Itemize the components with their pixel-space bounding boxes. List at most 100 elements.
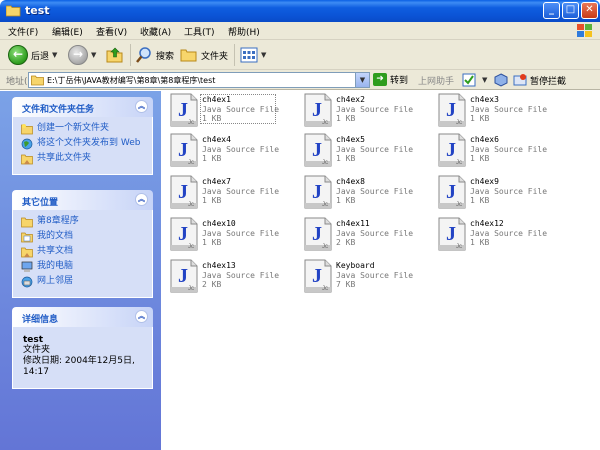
file-item[interactable]: J Jc ch4ex4 Java Source File 1 KB bbox=[165, 133, 295, 167]
task-new-folder[interactable]: 创建一个新文件夹 bbox=[21, 123, 144, 135]
chevron-down-icon[interactable]: ▼ bbox=[482, 76, 487, 84]
file-name: ch4ex9 bbox=[470, 177, 499, 186]
file-name: ch4ex4 bbox=[202, 135, 231, 144]
panel-header[interactable]: 其它位置 ︽ bbox=[12, 190, 153, 210]
menu-file[interactable]: 文件(F) bbox=[8, 25, 38, 38]
java-file-icon: JJc bbox=[304, 259, 332, 293]
menu-favorites[interactable]: 收藏(A) bbox=[140, 25, 171, 38]
file-name: ch4ex11 bbox=[336, 219, 370, 228]
svg-text:Jc: Jc bbox=[322, 286, 328, 292]
svg-text:Jc: Jc bbox=[322, 160, 328, 166]
file-size: 1 KB bbox=[470, 196, 490, 205]
file-type: Java Source File bbox=[202, 229, 280, 238]
title-bar[interactable]: test _ □ ✕ bbox=[0, 0, 600, 22]
file-size: 2 KB bbox=[336, 238, 356, 247]
file-list[interactable]: J Jc ch4ex1 Java Source File 1 KB J Jc ch4ex2 Ja… bbox=[161, 91, 600, 450]
folders-button[interactable]: 文件夹 bbox=[180, 44, 228, 66]
file-type: Java Source File bbox=[336, 229, 414, 238]
file-type: Java Source File bbox=[470, 145, 548, 154]
chevron-down-icon[interactable]: ▼ bbox=[261, 51, 266, 59]
minimize-button[interactable]: _ bbox=[543, 2, 560, 19]
cube-icon[interactable] bbox=[494, 73, 508, 87]
my-documents-icon bbox=[21, 232, 33, 243]
place-network[interactable]: 网上邻居 bbox=[21, 276, 144, 288]
chevron-down-icon[interactable]: ▼ bbox=[52, 51, 57, 59]
collapse-icon[interactable]: ︽ bbox=[135, 100, 148, 113]
place-shared-documents[interactable]: 共享文档 bbox=[21, 246, 144, 258]
popup-blocker-icon[interactable] bbox=[513, 73, 527, 87]
task-share-folder[interactable]: 共享此文件夹 bbox=[21, 153, 144, 165]
address-input[interactable]: E:\丁岳伟\JAVA教材编写\第8章\第8章程序\test ▼ bbox=[28, 72, 370, 88]
file-size: 1 KB bbox=[470, 154, 490, 163]
close-button[interactable]: ✕ bbox=[581, 2, 598, 19]
file-name: Keyboard bbox=[336, 261, 375, 270]
file-item[interactable]: J Jc ch4ex11 Java Source File 2 KB bbox=[299, 217, 429, 251]
file-item[interactable]: J Jc ch4ex8 Java Source File 1 KB bbox=[299, 175, 429, 209]
maximize-button[interactable]: □ bbox=[562, 2, 579, 19]
forward-button[interactable]: → ▼ bbox=[68, 44, 96, 66]
file-name: ch4ex6 bbox=[470, 135, 499, 144]
file-item[interactable]: J Jc ch4ex6 Java Source File 1 KB bbox=[433, 133, 563, 167]
place-parent-folder[interactable]: 第8章程序 bbox=[21, 216, 144, 228]
search-button[interactable]: 搜索 bbox=[135, 44, 174, 66]
java-file-icon: JJc bbox=[170, 259, 198, 293]
svg-text:Jc: Jc bbox=[456, 160, 462, 166]
shared-documents-icon bbox=[21, 247, 33, 258]
share-folder-icon bbox=[21, 154, 33, 165]
go-arrow-icon: ➜ bbox=[373, 73, 387, 86]
detail-type: 文件夹 bbox=[23, 345, 51, 355]
task-publish-web[interactable]: 将这个文件夹发布到 Web bbox=[21, 138, 144, 150]
file-size: 1 KB bbox=[202, 114, 222, 123]
svg-text:Jc: Jc bbox=[456, 202, 462, 208]
svg-text:Jc: Jc bbox=[322, 244, 328, 250]
java-file-icon: JJc bbox=[304, 93, 332, 127]
file-item[interactable]: J Jc ch4ex13 Java Source File 2 KB bbox=[165, 259, 295, 293]
place-my-computer[interactable]: 我的电脑 bbox=[21, 261, 144, 273]
svg-text:Jc: Jc bbox=[188, 202, 194, 208]
file-item[interactable]: J Jc ch4ex2 Java Source File 1 KB bbox=[299, 93, 429, 127]
panel-header[interactable]: 文件和文件夹任务 ︽ bbox=[12, 97, 153, 117]
file-name: ch4ex1 bbox=[202, 95, 231, 104]
file-item[interactable]: J Jc ch4ex12 Java Source File 1 KB bbox=[433, 217, 563, 251]
svg-text:Jc: Jc bbox=[456, 244, 462, 250]
go-button[interactable]: ➜ 转到 bbox=[373, 73, 408, 86]
collapse-icon[interactable]: ︽ bbox=[135, 193, 148, 206]
views-button[interactable]: ▼ bbox=[240, 44, 266, 66]
helper-icon[interactable] bbox=[462, 73, 476, 87]
file-name: ch4ex3 bbox=[470, 95, 499, 104]
back-button[interactable]: ← 后退 ▼ bbox=[8, 44, 57, 66]
panel-header[interactable]: 详细信息 ︽ bbox=[12, 307, 153, 327]
forward-arrow-icon: → bbox=[68, 45, 88, 65]
toolbar: ← 后退 ▼ → ▼ 搜索 文件夹 ▼ bbox=[0, 40, 600, 70]
popup-blocker-label[interactable]: 暂停拦截 bbox=[530, 74, 566, 87]
file-type: Java Source File bbox=[470, 229, 548, 238]
place-my-documents[interactable]: 我的文档 bbox=[21, 231, 144, 243]
file-item[interactable]: J Jc ch4ex9 Java Source File 1 KB bbox=[433, 175, 563, 209]
file-item[interactable]: J Jc ch4ex7 Java Source File 1 KB bbox=[165, 175, 295, 209]
address-dropdown-button[interactable]: ▼ bbox=[355, 73, 369, 87]
file-size: 1 KB bbox=[336, 114, 356, 123]
file-item[interactable]: J Jc ch4ex1 Java Source File 1 KB bbox=[165, 93, 295, 127]
file-item[interactable]: J Jc ch4ex3 Java Source File 1 KB bbox=[433, 93, 563, 127]
chevron-down-icon[interactable]: ▼ bbox=[91, 51, 96, 59]
menu-edit[interactable]: 编辑(E) bbox=[52, 25, 83, 38]
file-item[interactable]: J Jc ch4ex10 Java Source File 1 KB bbox=[165, 217, 295, 251]
menu-view[interactable]: 查看(V) bbox=[96, 25, 127, 38]
svg-text:J: J bbox=[446, 181, 456, 203]
java-file-icon: JJc bbox=[170, 133, 198, 167]
links-label[interactable]: 上网助手 bbox=[418, 74, 454, 87]
menu-help[interactable]: 帮助(H) bbox=[228, 25, 260, 38]
svg-text:J: J bbox=[178, 223, 188, 245]
up-folder-button[interactable] bbox=[105, 44, 125, 66]
menu-tools[interactable]: 工具(T) bbox=[184, 25, 215, 38]
collapse-icon[interactable]: ︽ bbox=[135, 310, 148, 323]
folder-icon bbox=[6, 5, 21, 17]
file-item[interactable]: J Jc Keyboard Java Source File 7 KB bbox=[299, 259, 429, 293]
file-name: ch4ex13 bbox=[202, 261, 236, 270]
file-item[interactable]: J Jc ch4ex5 Java Source File 1 KB bbox=[299, 133, 429, 167]
file-type: Java Source File bbox=[336, 187, 414, 196]
file-size: 1 KB bbox=[202, 238, 222, 247]
file-type: Java Source File bbox=[202, 187, 280, 196]
address-bar: 地址(D) E:\丁岳伟\JAVA教材编写\第8章\第8章程序\test ▼ ➜… bbox=[0, 70, 600, 90]
java-file-icon: JJc bbox=[438, 133, 466, 167]
